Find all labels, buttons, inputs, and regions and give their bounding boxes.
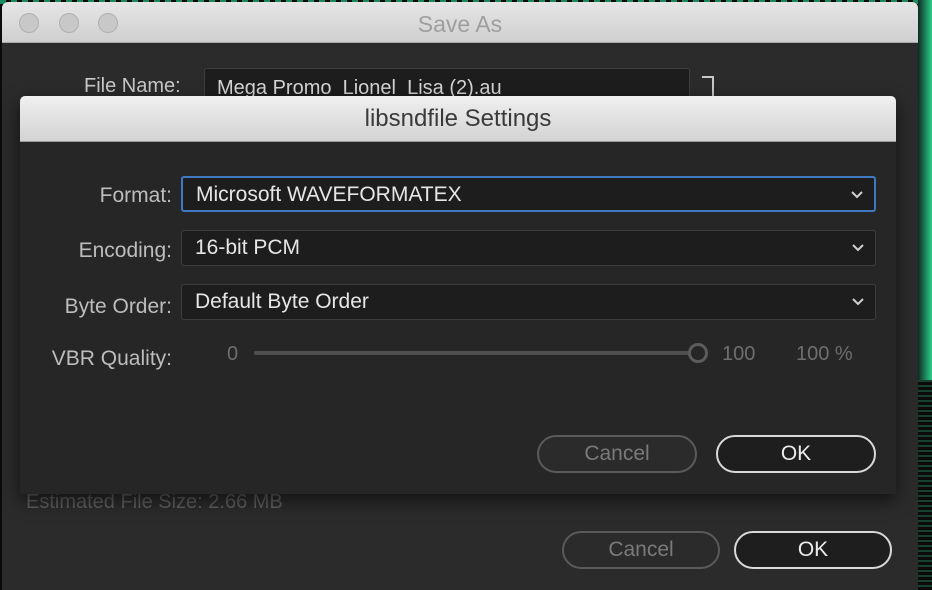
vbr-value-readout: 100 % (796, 343, 853, 365)
format-label: Format: (99, 184, 172, 207)
save-as-title: Save As (417, 11, 503, 37)
vbr-quality-slider[interactable] (254, 351, 694, 355)
encoding-select[interactable]: 16-bit PCM (181, 230, 876, 266)
encoding-label: Encoding: (78, 239, 172, 262)
chevron-down-icon (852, 244, 864, 252)
libsndfile-title: libsndfile Settings (364, 105, 552, 132)
chevron-down-icon (852, 298, 864, 306)
vbr-quality-label: VBR Quality: (51, 347, 172, 370)
vbr-max-label: 100 (722, 343, 756, 365)
vbr-min-label: 0 (227, 343, 239, 365)
libsndfile-cancel-button[interactable]: Cancel (537, 435, 697, 473)
chevron-down-icon (851, 191, 863, 199)
byte-order-select[interactable]: Default Byte Order (181, 284, 876, 320)
byte-order-value: Default Byte Order (195, 290, 369, 313)
format-select[interactable]: Microsoft WAVEFORMATEX (181, 176, 876, 212)
save-as-titlebar: Save As (2, 2, 918, 43)
encoding-value: 16-bit PCM (195, 236, 301, 259)
file-name-label: File Name: (84, 75, 181, 97)
byte-order-label: Byte Order: (64, 295, 172, 318)
save-as-cancel-button[interactable]: Cancel (562, 531, 720, 569)
save-as-ok-button[interactable]: OK (734, 531, 892, 569)
libsndfile-titlebar: libsndfile Settings (20, 96, 896, 142)
background-waveform (918, 0, 932, 590)
vbr-quality-slider-handle[interactable] (688, 343, 708, 363)
format-value: Microsoft WAVEFORMATEX (196, 183, 462, 206)
libsndfile-ok-button[interactable]: OK (716, 435, 876, 473)
libsndfile-settings-dialog: libsndfile Settings Format: Microsoft WA… (20, 96, 896, 494)
estimated-file-size: Estimated File Size: 2.66 MB (26, 491, 283, 513)
